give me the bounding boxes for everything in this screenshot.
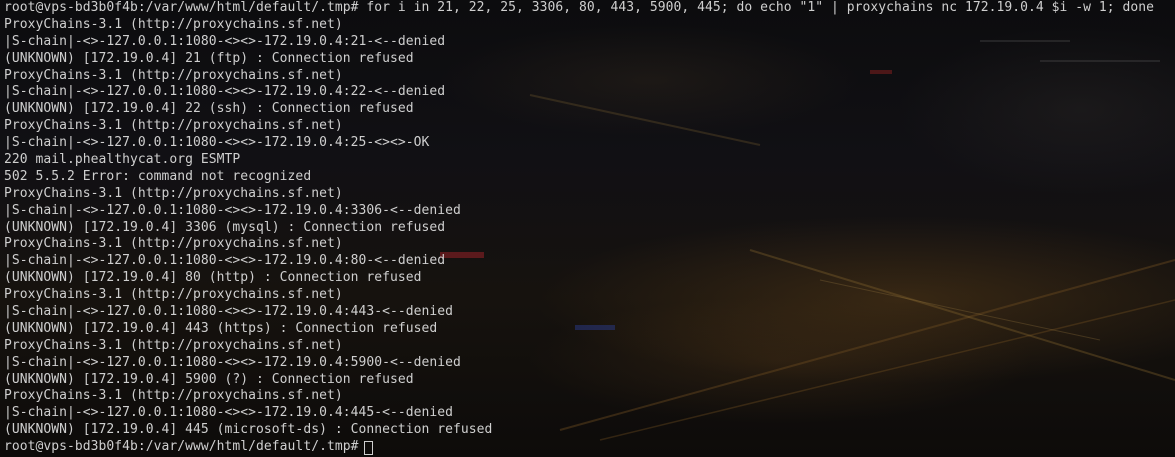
output-line: ProxyChains-3.1 (http://proxychains.sf.n… (4, 337, 343, 353)
output-line: (UNKNOWN) [172.19.0.4] 443 (https) : Con… (4, 320, 438, 336)
text-cursor[interactable] (364, 440, 374, 455)
output-line: (UNKNOWN) [172.19.0.4] 3306 (mysql) : Co… (4, 219, 446, 235)
output-line: |S-chain|-<>-127.0.0.1:1080-<><>-172.19.… (4, 33, 446, 49)
terminal-output: root@vps-bd3b0f4b:/var/www/html/default/… (4, 0, 1154, 456)
shell-prompt: root@vps-bd3b0f4b:/var/www/html/default/… (4, 439, 359, 455)
output-line: ProxyChains-3.1 (http://proxychains.sf.n… (4, 185, 343, 201)
output-line: ProxyChains-3.1 (http://proxychains.sf.n… (4, 16, 343, 32)
terminal-window[interactable]: root@vps-bd3b0f4b:/var/www/html/default/… (0, 0, 1175, 457)
command-line: root@vps-bd3b0f4b:/var/www/html/default/… (4, 0, 1154, 15)
output-line: 220 mail.phealthycat.org ESMTP (4, 152, 241, 168)
output-line: ProxyChains-3.1 (http://proxychains.sf.n… (4, 388, 343, 404)
output-line: |S-chain|-<>-127.0.0.1:1080-<><>-172.19.… (4, 253, 446, 269)
output-line: ProxyChains-3.1 (http://proxychains.sf.n… (4, 67, 343, 83)
output-line: (UNKNOWN) [172.19.0.4] 22 (ssh) : Connec… (4, 101, 414, 117)
prompt-line[interactable]: root@vps-bd3b0f4b:/var/www/html/default/… (4, 439, 1154, 456)
output-line: |S-chain|-<>-127.0.0.1:1080-<><>-172.19.… (4, 84, 446, 100)
output-line: ProxyChains-3.1 (http://proxychains.sf.n… (4, 236, 343, 252)
output-line: |S-chain|-<>-127.0.0.1:1080-<><>-172.19.… (4, 304, 453, 320)
output-line: |S-chain|-<>-127.0.0.1:1080-<><>-172.19.… (4, 135, 430, 151)
output-line: 502 5.5.2 Error: command not recognized (4, 168, 312, 184)
output-line: ProxyChains-3.1 (http://proxychains.sf.n… (4, 118, 343, 134)
output-line: |S-chain|-<>-127.0.0.1:1080-<><>-172.19.… (4, 405, 453, 421)
output-line: (UNKNOWN) [172.19.0.4] 21 (ftp) : Connec… (4, 50, 414, 66)
output-line: (UNKNOWN) [172.19.0.4] 445 (microsoft-ds… (4, 422, 493, 438)
output-line: ProxyChains-3.1 (http://proxychains.sf.n… (4, 287, 343, 303)
output-line: (UNKNOWN) [172.19.0.4] 5900 (?) : Connec… (4, 371, 414, 387)
output-line: (UNKNOWN) [172.19.0.4] 80 (http) : Conne… (4, 270, 422, 286)
output-line: |S-chain|-<>-127.0.0.1:1080-<><>-172.19.… (4, 202, 461, 218)
output-line: |S-chain|-<>-127.0.0.1:1080-<><>-172.19.… (4, 354, 461, 370)
